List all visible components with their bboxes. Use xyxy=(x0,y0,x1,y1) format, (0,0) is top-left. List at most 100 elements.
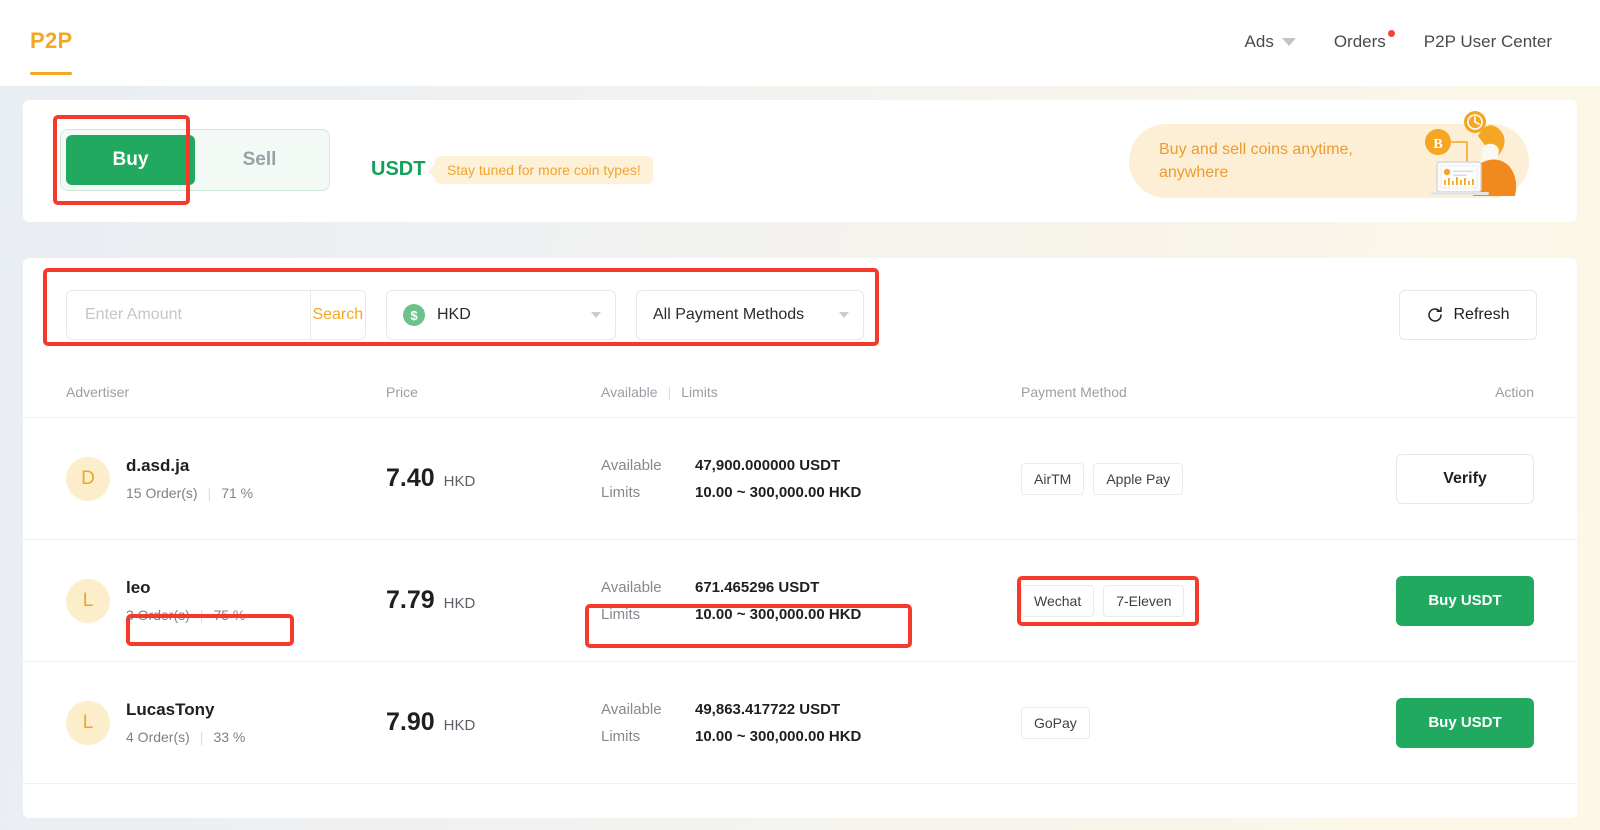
advertiser-completion-rate: 75 % xyxy=(213,607,246,623)
available-label: Available xyxy=(601,456,662,474)
limits-label: Limits xyxy=(601,483,641,501)
available-label: Available xyxy=(601,578,662,596)
currency-select-value: HKD xyxy=(437,306,471,323)
available-value: 47,900.000000 USDT xyxy=(695,456,841,474)
brand-logo[interactable]: P2P xyxy=(30,28,73,75)
nav-item-orders[interactable]: Orders xyxy=(1333,30,1395,52)
available-value: 671.465296 USDT xyxy=(695,578,820,596)
coin-label: USDT xyxy=(371,158,426,180)
table-body: D d.asd.ja 15 Order(s) | 71 % 7.40 HKD A… xyxy=(23,418,1577,784)
price-currency: HKD xyxy=(443,473,476,490)
advertiser-cell: L leo 3 Order(s) | 75 % xyxy=(66,578,386,623)
verify-button[interactable]: Verify xyxy=(1396,453,1534,504)
advertiser-name[interactable]: leo xyxy=(126,578,245,598)
avatar: L xyxy=(66,700,110,745)
payment-method-select[interactable]: All Payment Methods xyxy=(636,290,864,340)
nav-item-user-center-label: P2P User Center xyxy=(1423,32,1552,51)
payment-method-cell: GoPay xyxy=(1021,706,1381,739)
p2p-page: P2P Ads Orders P2P User Center Buy Sell … xyxy=(0,0,1600,830)
brand-label: P2P xyxy=(30,28,73,53)
advertiser-stats: 15 Order(s) | 71 % xyxy=(126,485,253,501)
stats-separator: | xyxy=(199,729,204,745)
payment-method-select-value: All Payment Methods xyxy=(653,306,805,323)
available-line: Available 49,863.417722 USDT xyxy=(601,701,1021,718)
payment-tag[interactable]: 7-Eleven xyxy=(1103,584,1185,617)
chevron-down-icon xyxy=(591,312,601,318)
table-row: L leo 3 Order(s) | 75 % 7.79 HKD Availab… xyxy=(23,540,1577,662)
price-value: 7.79 xyxy=(386,586,435,614)
advertiser-cell: L LucasTony 4 Order(s) | 33 % xyxy=(66,700,386,745)
price-value: 7.40 xyxy=(386,464,435,492)
search-input[interactable] xyxy=(67,291,310,339)
advertiser-completion-rate: 33 % xyxy=(213,729,246,745)
promo-banner-text: Buy and sell coins anytime, anywhere xyxy=(1159,140,1353,181)
stats-separator: | xyxy=(207,485,212,501)
advertiser-order-count: 15 Order(s) xyxy=(126,485,198,501)
table-header-row: Advertiser Price Available | Limits Paym… xyxy=(23,366,1577,418)
offers-table: Advertiser Price Available | Limits Paym… xyxy=(23,366,1577,784)
refresh-icon xyxy=(1428,306,1443,322)
action-cell: Buy USDT xyxy=(1381,697,1534,748)
brand-active-underline xyxy=(30,72,72,75)
available-label: Available xyxy=(601,700,662,718)
payment-tag[interactable]: GoPay xyxy=(1021,706,1090,739)
top-navigation-bar: P2P Ads Orders P2P User Center xyxy=(0,0,1600,86)
payment-tag[interactable]: AirTM xyxy=(1021,462,1085,495)
svg-text:B: B xyxy=(1433,137,1442,152)
advertiser-name[interactable]: d.asd.ja xyxy=(126,456,253,476)
nav-item-ads-label: Ads xyxy=(1244,32,1274,51)
action-cell: Verify xyxy=(1381,453,1534,504)
available-limits-cell: Available 47,900.000000 USDT Limits 10.0… xyxy=(601,457,1021,501)
price-value: 7.90 xyxy=(386,708,435,736)
amount-search-group: Search xyxy=(66,290,366,340)
limits-line: Limits 10.00 ~ 300,000.00 HKD xyxy=(601,484,1021,501)
avatar: L xyxy=(66,578,110,623)
filter-bar: Search $ HKD All Payment Methods xyxy=(66,290,864,340)
nav-item-ads[interactable]: Ads xyxy=(1245,32,1296,52)
buy-usdt-button[interactable]: Buy USDT xyxy=(1396,697,1534,748)
header-payment-method: Payment Method xyxy=(1021,383,1127,400)
advertiser-stats: 4 Order(s) | 33 % xyxy=(126,729,245,745)
sell-tab[interactable]: Sell xyxy=(195,135,324,185)
available-line: Available 47,900.000000 USDT xyxy=(601,457,1021,474)
table-row: D d.asd.ja 15 Order(s) | 71 % 7.40 HKD A… xyxy=(23,418,1577,540)
price-currency: HKD xyxy=(443,717,476,734)
advertiser-stats: 3 Order(s) | 75 % xyxy=(126,607,245,623)
stats-separator: | xyxy=(199,607,204,623)
header-separator: | xyxy=(667,383,672,400)
refresh-button-label: Refresh xyxy=(1453,306,1510,323)
buy-usdt-button[interactable]: Buy USDT xyxy=(1396,575,1534,626)
limits-value: 10.00 ~ 300,000.00 HKD xyxy=(695,727,862,745)
price-cell: 7.79 HKD xyxy=(386,586,601,615)
limits-line: Limits 10.00 ~ 300,000.00 HKD xyxy=(601,606,1021,623)
advertiser-order-count: 4 Order(s) xyxy=(126,729,190,745)
available-line: Available 671.465296 USDT xyxy=(601,579,1021,596)
action-cell: Buy USDT xyxy=(1381,575,1534,626)
buy-sell-toggle: Buy Sell xyxy=(60,129,330,191)
refresh-button[interactable]: Refresh xyxy=(1399,290,1537,340)
promo-banner[interactable]: Buy and sell coins anytime, anywhere B xyxy=(1129,111,1529,198)
limits-label: Limits xyxy=(601,727,641,745)
nav-item-user-center[interactable]: P2P User Center xyxy=(1424,32,1552,52)
payment-tag[interactable]: Wechat xyxy=(1021,584,1095,617)
coin-dollar-icon: $ xyxy=(403,304,425,326)
available-value: 49,863.417722 USDT xyxy=(695,700,841,718)
nav-item-orders-label: Orders xyxy=(1333,32,1386,51)
advertiser-cell: D d.asd.ja 15 Order(s) | 71 % xyxy=(66,456,386,501)
price-cell: 7.90 HKD xyxy=(386,708,601,737)
nav-links: Ads Orders P2P User Center xyxy=(1245,30,1552,52)
available-limits-cell: Available 671.465296 USDT Limits 10.00 ~… xyxy=(601,579,1021,623)
payment-tag[interactable]: Apple Pay xyxy=(1093,462,1184,495)
header-price: Price xyxy=(386,383,418,400)
buy-tab[interactable]: Buy xyxy=(66,135,195,185)
payment-method-cell: AirTM Apple Pay xyxy=(1021,462,1381,495)
limits-value: 10.00 ~ 300,000.00 HKD xyxy=(695,483,862,501)
search-button[interactable]: Search xyxy=(310,291,365,339)
currency-select[interactable]: $ HKD xyxy=(386,290,616,340)
chevron-down-icon xyxy=(839,312,849,318)
advertiser-name[interactable]: LucasTony xyxy=(126,700,245,720)
limits-label: Limits xyxy=(601,605,641,623)
promo-illustration: B xyxy=(1425,111,1517,196)
orders-notification-dot xyxy=(1387,30,1395,37)
header-available-limits: Available | Limits xyxy=(601,384,1021,400)
